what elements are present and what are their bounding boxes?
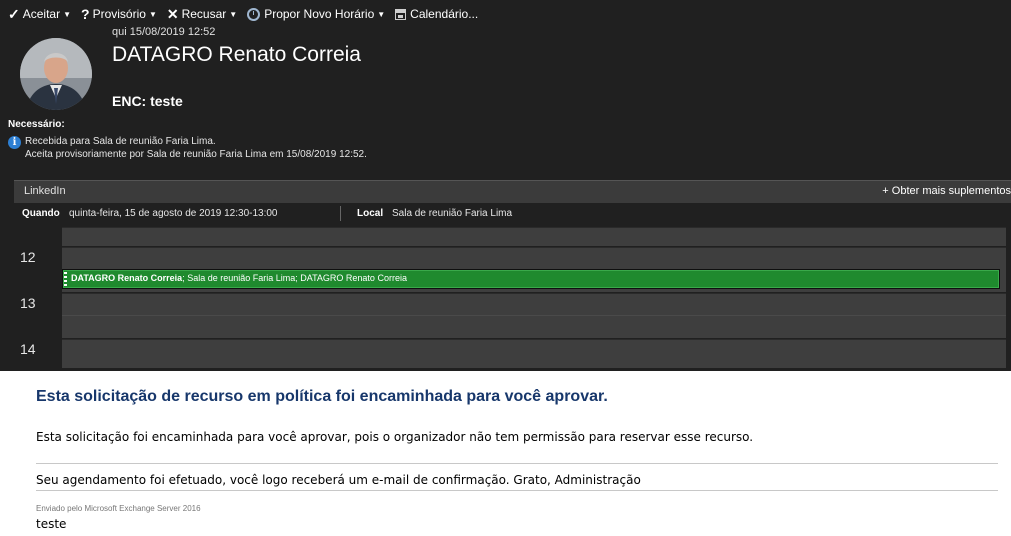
hour-label-13: 13 [20, 295, 36, 311]
chevron-down-icon: ▼ [63, 9, 72, 19]
when-value: quinta-feira, 15 de agosto de 2019 12:30… [69, 208, 278, 219]
accept-button[interactable]: ✓ Aceitar ▼ [8, 6, 71, 23]
body-heading: Esta solicitação de recurso em política … [36, 388, 608, 405]
calendar-preview: 12 13 14 DATAGRO Renato Correia; Sala de… [14, 227, 1011, 368]
calendar-slot[interactable] [62, 227, 1006, 246]
location-value: Sala de reunião Faria Lima [392, 208, 513, 219]
calendar-label: Calendário... [410, 7, 479, 21]
confirmation-paragraph: Seu agendamento foi efetuado, você logo … [36, 473, 641, 487]
info-line-tentative: Aceita provisoriamente por Sala de reuni… [25, 149, 367, 160]
decline-label: Recusar [181, 7, 227, 21]
hour-label-14: 14 [20, 341, 36, 357]
calendar-button[interactable]: Calendário... [395, 7, 478, 21]
body-paragraph: Esta solicitação foi encaminhada para vo… [36, 430, 754, 444]
addin-linkedin[interactable]: LinkedIn [24, 185, 66, 197]
body-text: teste [36, 517, 67, 531]
decline-button[interactable]: ✕ Recusar ▼ [167, 6, 237, 23]
calendar-event[interactable]: DATAGRO Renato Correia; Sala de reunião … [62, 269, 1000, 289]
location-label: Local [357, 208, 384, 219]
propose-new-time-button[interactable]: Propor Novo Horário ▼ [247, 7, 385, 21]
meeting-details-row: Quando quinta-feira, 15 de agosto de 201… [14, 204, 1011, 224]
sender-name[interactable]: DATAGRO Renato Correia [112, 43, 361, 67]
divider [36, 463, 998, 464]
response-toolbar: ✓ Aceitar ▼ ? Provisório ▼ ✕ Recusar ▼ P… [8, 3, 488, 25]
info-icon: i [8, 136, 21, 149]
avatar[interactable] [20, 38, 92, 110]
half-hour-line [62, 315, 1006, 316]
message-body: Esta solicitação de recurso em política … [0, 371, 1011, 536]
meeting-header-pane: ✓ Aceitar ▼ ? Provisório ▼ ✕ Recusar ▼ P… [0, 0, 1011, 371]
when-label: Quando [22, 208, 60, 219]
tentative-status-marker [64, 272, 67, 286]
hour-label-12: 12 [20, 249, 36, 265]
chevron-down-icon: ▼ [148, 9, 157, 19]
calendar-slot[interactable] [62, 339, 1006, 368]
question-mark-icon: ? [81, 6, 90, 22]
required-attendees-label: Necessário: [8, 119, 65, 130]
chevron-down-icon: ▼ [229, 9, 238, 19]
divider [36, 490, 998, 491]
checkmark-icon: ✓ [8, 5, 20, 22]
get-more-addins-link[interactable]: + Obter mais suplementos [882, 185, 1011, 197]
message-subject: ENC: teste [112, 93, 183, 109]
x-icon: ✕ [166, 5, 179, 22]
sent-by-footer: Enviado pelo Microsoft Exchange Server 2… [36, 504, 201, 513]
chevron-down-icon: ▼ [377, 9, 386, 19]
addins-bar: LinkedIn + Obter mais suplementos [14, 180, 1011, 203]
divider [340, 206, 341, 221]
event-text: DATAGRO Renato Correia; Sala de reunião … [71, 273, 407, 283]
propose-label: Propor Novo Horário [264, 7, 375, 21]
accept-label: Aceitar [22, 7, 61, 21]
clock-icon [247, 7, 261, 21]
tentative-label: Provisório [92, 7, 146, 21]
info-line-received: Recebida para Sala de reunião Faria Lima… [25, 136, 216, 147]
tentative-button[interactable]: ? Provisório ▼ [81, 6, 157, 22]
sent-date: qui 15/08/2019 12:52 [112, 26, 216, 38]
calendar-icon [395, 8, 407, 20]
